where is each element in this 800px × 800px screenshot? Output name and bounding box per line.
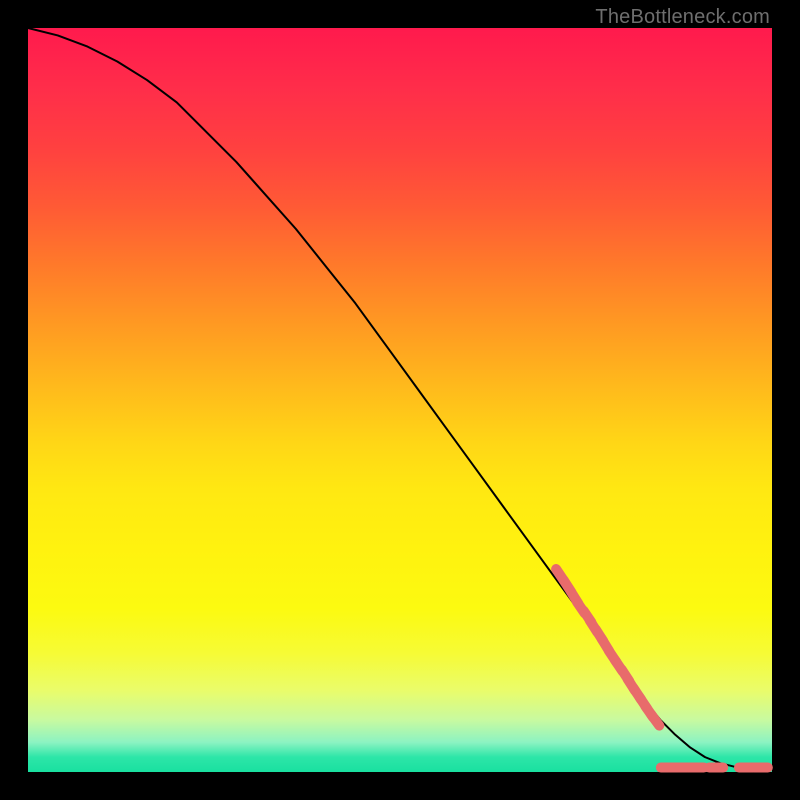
- chart-frame: TheBottleneck.com: [0, 0, 800, 800]
- bottleneck-curve: [28, 28, 772, 768]
- plot-area: [28, 28, 772, 772]
- curve-dot: [651, 714, 659, 725]
- watermark-text: TheBottleneck.com: [595, 6, 770, 29]
- chart-svg: [28, 28, 772, 772]
- curve-dots: [556, 569, 768, 768]
